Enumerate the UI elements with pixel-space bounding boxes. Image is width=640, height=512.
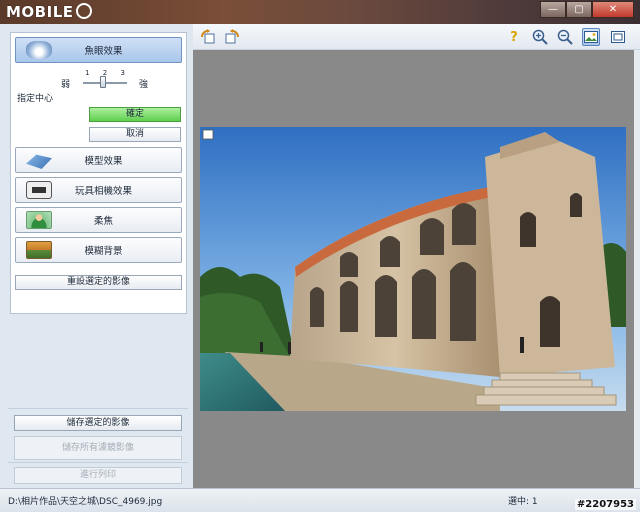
camera-icon <box>26 181 52 199</box>
maximize-button[interactable]: ▢ <box>566 1 592 18</box>
status-bar: D:\相片作品\天空之城\DSC_4969.jpg 選中: 1 #2207953 <box>0 488 640 512</box>
watermark-id: #2207953 <box>574 499 636 510</box>
ok-button[interactable]: 確定 <box>89 107 181 122</box>
fisheye-label: 魚眼效果 <box>84 46 123 57</box>
rotate-right-icon[interactable] <box>223 28 241 46</box>
image-toolbar: ? <box>193 24 640 50</box>
tick-1: 1 <box>85 69 90 77</box>
actual-size-icon[interactable] <box>609 28 627 46</box>
minimize-button[interactable]: — <box>540 1 566 18</box>
file-path: D:\相片作品\天空之城\DSC_4969.jpg <box>8 497 163 507</box>
divider <box>8 462 188 463</box>
blur-background-label: 模糊背景 <box>84 246 123 257</box>
vertical-scrollbar[interactable] <box>634 50 640 488</box>
toy-camera-button[interactable]: 玩具相機效果 <box>15 177 182 203</box>
image-badge-icon <box>202 129 214 140</box>
zoom-in-icon[interactable] <box>531 28 549 46</box>
landscape-icon <box>26 241 52 259</box>
soft-focus-button[interactable]: 柔焦 <box>15 207 182 233</box>
print-button: 進行列印 <box>14 467 182 484</box>
preview-image[interactable] <box>200 127 626 411</box>
close-button[interactable]: ✕ <box>592 1 634 18</box>
blur-background-button[interactable]: 模糊背景 <box>15 237 182 263</box>
portrait-icon <box>26 211 52 229</box>
fit-window-icon[interactable] <box>582 28 600 46</box>
strength-slider: 弱 1 2 3 強 <box>57 69 167 90</box>
slider-thumb[interactable] <box>100 76 106 88</box>
divider <box>8 408 188 409</box>
cancel-button[interactable]: 取消 <box>89 127 181 142</box>
slider-strong-label: 強 <box>139 80 149 90</box>
zoom-out-icon[interactable] <box>556 28 574 46</box>
miniature-label: 模型效果 <box>84 156 123 167</box>
fisheye-icon <box>26 41 52 59</box>
rotate-left-icon[interactable] <box>199 28 217 46</box>
miniature-button[interactable]: 模型效果 <box>15 147 182 173</box>
app-logo: MOBILE <box>6 2 92 22</box>
slider-weak-label: 弱 <box>61 80 71 90</box>
toy-camera-label: 玩具相機效果 <box>74 186 132 197</box>
logo-mark <box>75 3 92 19</box>
miniature-icon <box>26 154 52 169</box>
reset-selected-button[interactable]: 重設選定的影像 <box>15 275 182 290</box>
selected-count: 選中: 1 <box>508 497 538 507</box>
fisheye-button[interactable]: 魚眼效果 <box>15 37 182 63</box>
soft-focus-label: 柔焦 <box>93 216 113 227</box>
save-all-button: 儲存所有濾鏡影像 <box>14 436 182 460</box>
tick-3: 3 <box>120 69 125 77</box>
title-bar: MOBILE — ▢ ✕ <box>0 0 640 24</box>
window-controls: — ▢ ✕ <box>540 1 634 19</box>
effects-panel: 魚眼效果 弱 1 2 3 強 指定中心 確定 取消 模型效果 玩具相機效果 柔焦 <box>10 32 187 314</box>
save-selected-button[interactable]: 儲存選定的影像 <box>14 415 182 431</box>
specify-center-label: 指定中心 <box>17 94 54 104</box>
help-icon[interactable]: ? <box>505 28 523 46</box>
effects-sidebar: 魚眼效果 弱 1 2 3 強 指定中心 確定 取消 模型效果 玩具相機效果 柔焦 <box>0 24 193 488</box>
